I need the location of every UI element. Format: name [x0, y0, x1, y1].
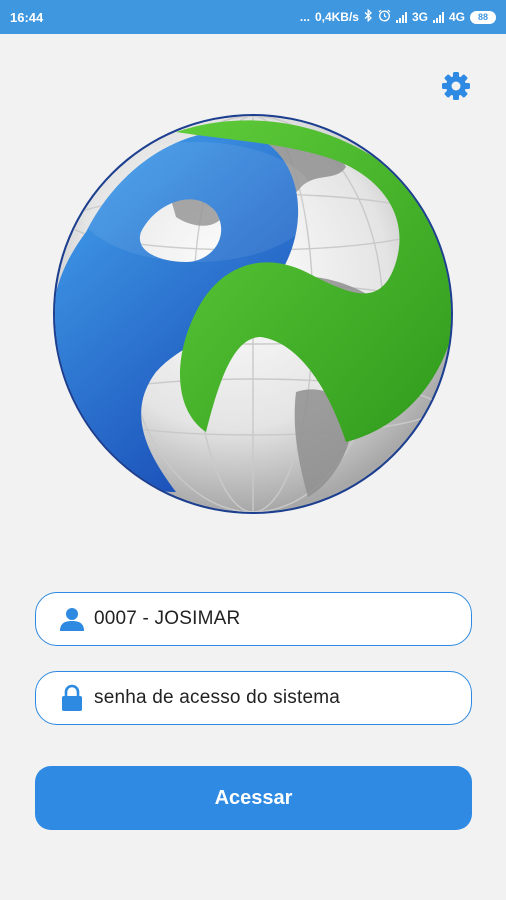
username-field[interactable]: 0007 - JOSIMAR: [35, 592, 472, 646]
battery-icon: 88: [470, 10, 496, 24]
bluetooth-icon: [364, 8, 373, 25]
signal-icon: [395, 11, 407, 23]
lock-icon: [58, 684, 86, 712]
status-indicators: ... 0,4KB/s 3G 4G 88: [299, 8, 496, 25]
password-placeholder: senha de acesso do sistema: [94, 687, 341, 708]
password-field[interactable]: senha de acesso do sistema: [35, 671, 472, 725]
user-icon: [58, 605, 86, 633]
network-type-4g: 4G: [448, 10, 465, 24]
signal-icon: [432, 11, 444, 23]
network-type-3g: 3G: [411, 10, 428, 24]
status-dots: ...: [299, 10, 310, 24]
app-logo: [46, 112, 460, 516]
settings-button[interactable]: [440, 70, 472, 102]
status-time: 16:44: [10, 9, 44, 25]
network-speed: 0,4KB/s: [314, 10, 359, 24]
username-value: 0007 - JOSIMAR: [94, 608, 241, 629]
status-bar: 16:44 ... 0,4KB/s 3G 4G 88: [0, 0, 506, 34]
gear-icon: [442, 72, 470, 100]
battery-level: 88: [477, 11, 488, 22]
alarm-icon: [378, 9, 391, 25]
login-button[interactable]: Acessar: [35, 766, 472, 830]
